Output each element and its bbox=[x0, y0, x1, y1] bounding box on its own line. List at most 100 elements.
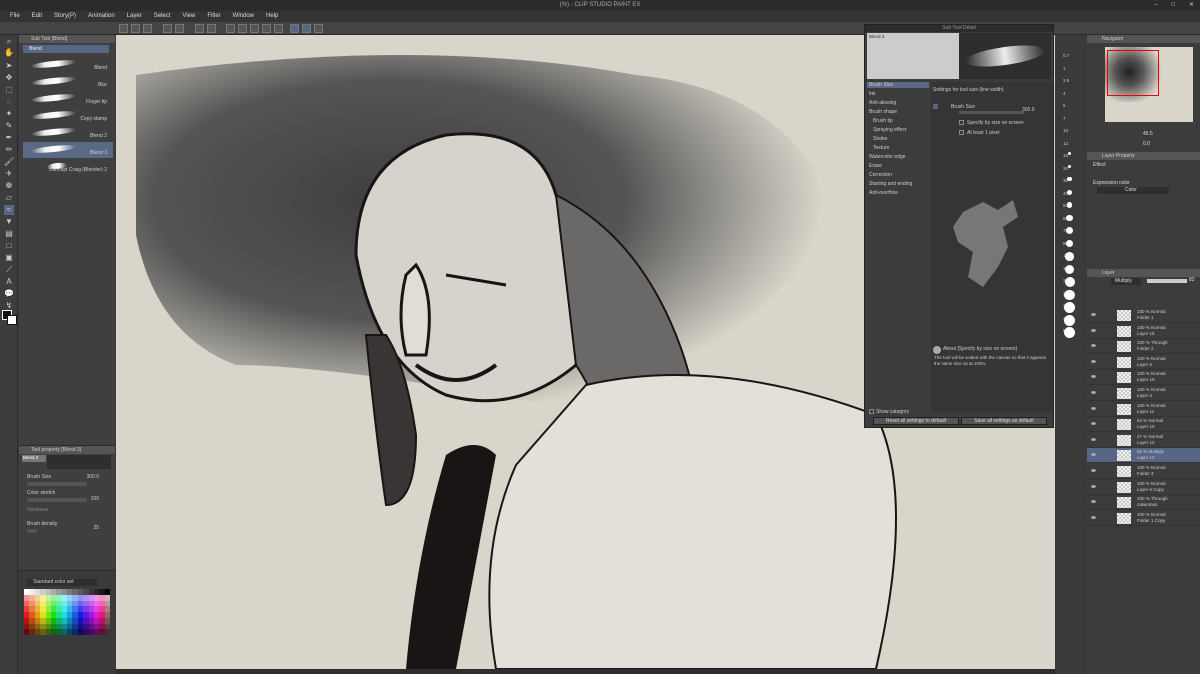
brush-density-row[interactable]: Brush density 25 bbox=[27, 521, 109, 533]
blend-tool-icon[interactable]: ≈ bbox=[4, 205, 14, 215]
layer-row[interactable]: 100 % Normal Layer 3 bbox=[1087, 386, 1200, 401]
subtool-item-blend-3[interactable]: Blend 3 bbox=[23, 142, 113, 158]
visibility-eye-icon[interactable] bbox=[1091, 469, 1096, 472]
snap-grid-icon[interactable] bbox=[302, 24, 311, 33]
maximize-icon[interactable]: □ bbox=[1171, 0, 1175, 11]
detail-category-spraying-effect[interactable]: Spraying effect bbox=[873, 127, 906, 133]
detail-category-anti-aliasing[interactable]: Anti-aliasing bbox=[869, 100, 896, 106]
text-tool-icon[interactable]: A bbox=[4, 277, 14, 287]
clear-icon[interactable] bbox=[195, 24, 204, 33]
visibility-eye-icon[interactable] bbox=[1091, 484, 1096, 488]
brush-size-preset[interactable]: 7 bbox=[1063, 116, 1066, 121]
layer-row[interactable]: 100 % Normal Folder 1 Copy bbox=[1087, 511, 1200, 526]
frame-border-icon[interactable]: ▣ bbox=[4, 253, 14, 263]
opacity-value[interactable]: 82 bbox=[1189, 277, 1195, 283]
color-swatch[interactable] bbox=[104, 629, 110, 635]
open-file-icon[interactable] bbox=[131, 24, 140, 33]
visibility-eye-icon[interactable] bbox=[1091, 500, 1096, 504]
menu-animation[interactable]: Animation bbox=[82, 11, 121, 22]
layer-row[interactable]: 100 % Through Folder 2 bbox=[1087, 339, 1200, 355]
menu-select[interactable]: Select bbox=[148, 11, 177, 22]
gradient-icon[interactable]: ▤ bbox=[4, 229, 14, 239]
brush-size-preset[interactable]: 12 bbox=[1063, 141, 1068, 146]
pressure-toggle[interactable] bbox=[933, 104, 938, 109]
transform-icon[interactable] bbox=[207, 24, 216, 33]
tool-property-tab[interactable]: Tool property [Blend 3] bbox=[19, 446, 115, 454]
visibility-eye-icon[interactable] bbox=[1091, 515, 1096, 519]
brush-density-value[interactable]: 25 bbox=[93, 525, 99, 531]
brush-size-value[interactable]: 300.0 bbox=[86, 474, 99, 480]
detail-brush-size-slider[interactable] bbox=[959, 111, 1024, 114]
detail-category-starting-ending[interactable]: Starting and ending bbox=[869, 181, 912, 187]
brush-size-preset[interactable]: 5 bbox=[1063, 103, 1066, 108]
color-stretch-row[interactable]: Color stretch 100 bbox=[27, 490, 109, 502]
subtool-item-blur[interactable]: Blur bbox=[23, 74, 113, 90]
invert-selection-icon[interactable] bbox=[238, 24, 247, 33]
layer-row[interactable]: 82 % Multiply Layer 13 bbox=[1087, 448, 1200, 464]
move-layer-icon[interactable]: ✥ bbox=[4, 73, 14, 83]
operation-tool-icon[interactable]: ➤ bbox=[4, 61, 14, 71]
hand-tool-icon[interactable]: ✋ bbox=[4, 48, 14, 58]
color-set-select[interactable]: Standard color set bbox=[27, 579, 97, 586]
layer-row[interactable]: 64 % Normal Layer 10 bbox=[1087, 417, 1200, 433]
show-selection-icon[interactable] bbox=[250, 24, 259, 33]
expression-color-select[interactable]: Color bbox=[1097, 187, 1169, 194]
brush-size-preset[interactable]: 2.5 bbox=[1063, 78, 1069, 83]
brush-size-preset[interactable]: 0.7 bbox=[1063, 53, 1069, 58]
subtool-item-concept-craig[interactable]: Concept Craig (Blender) 2 bbox=[23, 159, 113, 175]
zoom-tool-icon[interactable]: ⌕ bbox=[4, 37, 14, 47]
layer-tab[interactable]: Layer bbox=[1087, 269, 1200, 277]
balloon-tool-icon[interactable]: 💬 bbox=[4, 289, 14, 299]
subtool-group-label[interactable]: Blend bbox=[23, 45, 109, 53]
snap-perspective-icon[interactable] bbox=[314, 24, 323, 33]
selection-tool-icon[interactable]: ⬚ bbox=[4, 85, 14, 95]
menu-help[interactable]: Help bbox=[260, 11, 284, 22]
opacity-slider[interactable] bbox=[1147, 279, 1187, 283]
crop-icon[interactable] bbox=[262, 24, 271, 33]
detail-category-stroke[interactable]: Stroke bbox=[873, 136, 887, 142]
layer-row[interactable]: 47 % Normal Layer 12 bbox=[1087, 433, 1200, 448]
visibility-eye-icon[interactable] bbox=[1091, 406, 1096, 410]
brush-size-preset[interactable]: 10 bbox=[1063, 128, 1068, 133]
menu-filter[interactable]: Filter bbox=[201, 11, 226, 22]
atleast-checkbox[interactable] bbox=[959, 130, 964, 135]
magic-wand-icon[interactable]: ✦ bbox=[4, 109, 14, 119]
navigator-view-rect[interactable] bbox=[1107, 50, 1159, 96]
fill-tool-icon[interactable]: ▼ bbox=[4, 217, 14, 227]
subtool-item-blend[interactable]: Blend bbox=[23, 57, 113, 73]
layer-row[interactable]: 100 % Normal Folder 1 bbox=[1087, 308, 1200, 323]
hardness-row[interactable]: Hardness bbox=[27, 507, 109, 513]
detail-category-brush-shape[interactable]: Brush shape bbox=[869, 109, 897, 115]
visibility-eye-icon[interactable] bbox=[1091, 328, 1096, 332]
color-swatch-grid[interactable] bbox=[24, 589, 110, 635]
specify-checkbox[interactable] bbox=[959, 120, 964, 125]
airbrush-icon[interactable]: ✈ bbox=[4, 169, 14, 179]
redo-icon[interactable] bbox=[175, 24, 184, 33]
layer-row[interactable]: 100 % Normal Layer 19 bbox=[1087, 370, 1200, 386]
visibility-eye-icon[interactable] bbox=[1091, 437, 1096, 441]
layer-row[interactable]: 100 % Normal Layer 15 bbox=[1087, 324, 1200, 339]
detail-category-texture[interactable]: Texture bbox=[873, 145, 889, 151]
pencil-tool-icon[interactable]: ✏ bbox=[4, 145, 14, 155]
lasso-tool-icon[interactable]: ◌ bbox=[4, 97, 14, 107]
blend-mode-select[interactable]: Multiply bbox=[1111, 278, 1141, 285]
detail-category-watercolor-edge[interactable]: Watercolor edge bbox=[869, 154, 906, 160]
fill-selection-icon[interactable] bbox=[274, 24, 283, 33]
layer-row[interactable]: 100 % Through catwoman bbox=[1087, 495, 1200, 511]
visibility-eye-icon[interactable] bbox=[1091, 391, 1096, 394]
deselect-icon[interactable] bbox=[226, 24, 235, 33]
menu-file[interactable]: File bbox=[4, 11, 26, 22]
eyedropper-icon[interactable]: ✎ bbox=[4, 121, 14, 131]
detail-category-brush-size[interactable]: Brush Size bbox=[867, 82, 929, 88]
brush-size-row[interactable]: Brush Size 300.0 bbox=[27, 474, 109, 486]
save-default-button[interactable]: Save all settings as default bbox=[961, 417, 1047, 425]
visibility-eye-icon[interactable] bbox=[1091, 344, 1096, 348]
menu-edit[interactable]: Edit bbox=[26, 11, 48, 22]
menu-layer[interactable]: Layer bbox=[121, 11, 148, 22]
detail-category-brush-tip[interactable]: Brush tip bbox=[873, 118, 893, 124]
layer-row[interactable]: 100 % Normal Layer 5 bbox=[1087, 355, 1200, 370]
detail-category-ink[interactable]: Ink bbox=[869, 91, 876, 97]
subtool-tab[interactable]: Sub Tool [Blend] bbox=[19, 35, 115, 43]
layer-property-tab[interactable]: Layer Property bbox=[1087, 152, 1200, 160]
menu-view[interactable]: View bbox=[176, 11, 201, 22]
